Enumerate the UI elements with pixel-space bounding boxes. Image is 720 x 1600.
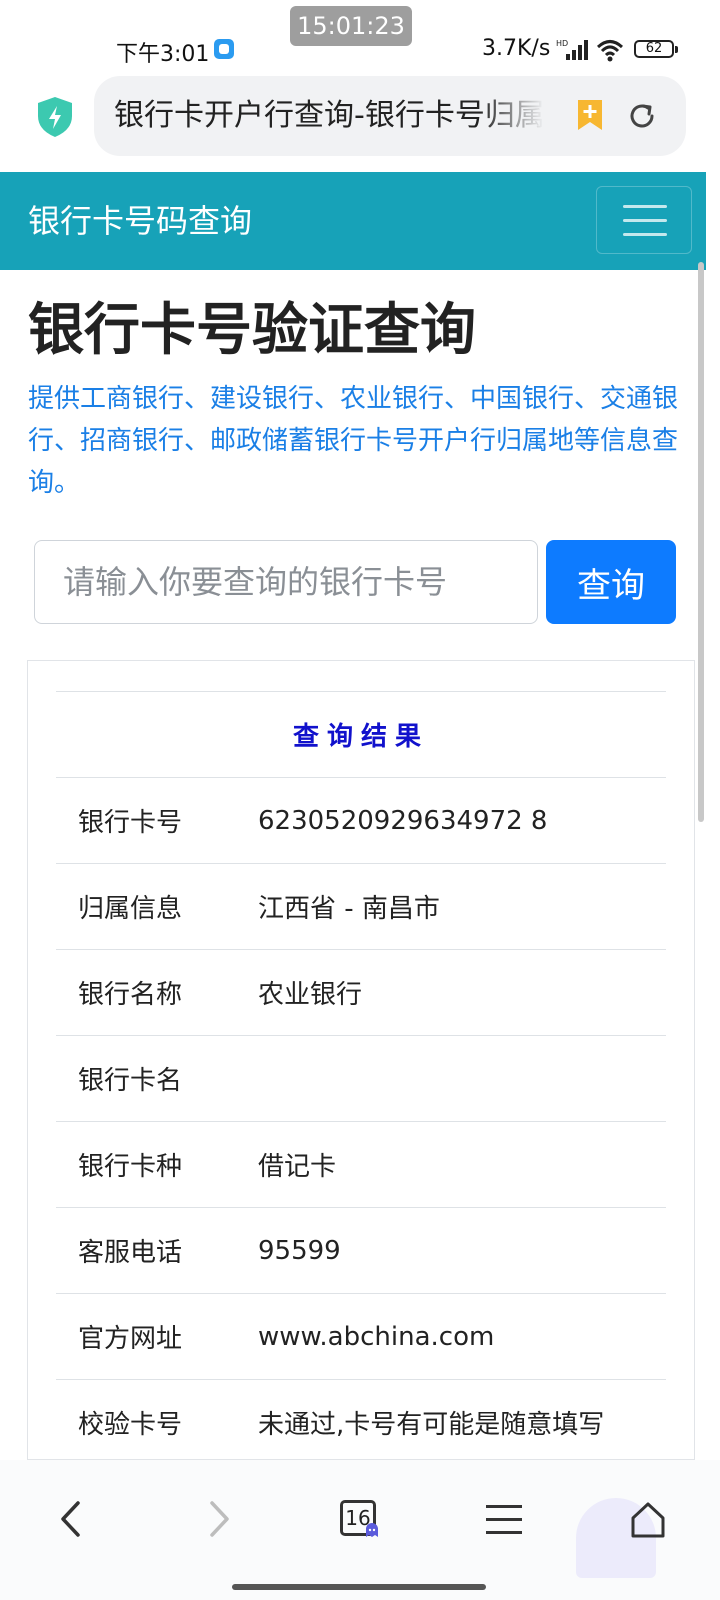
row-label: 官方网址 xyxy=(56,1293,258,1380)
page-description: 提供工商银行、建设银行、农业银行、中国银行、交通银行、招商银行、邮政储蓄银行卡号… xyxy=(28,384,679,498)
back-icon[interactable] xyxy=(56,1500,86,1538)
status-time: 下午3:01 xyxy=(116,42,210,67)
url-text[interactable]: 银行卡开户行查询-银行卡号归属地查询 xyxy=(114,96,544,136)
result-card: 查询结果 银行卡号 6230520929634972 8 归属信息 江西省 - … xyxy=(27,660,695,1465)
svg-text:HD: HD xyxy=(556,39,568,48)
reload-icon[interactable] xyxy=(626,100,658,132)
bookmark-add-icon[interactable] xyxy=(574,98,606,132)
result-caption: 查询结果 xyxy=(56,691,666,778)
row-value: 6230520929634972 8 xyxy=(258,777,666,864)
search-button[interactable]: 查询 xyxy=(546,540,676,624)
forward-icon[interactable] xyxy=(204,1500,234,1538)
table-row: 归属信息 江西省 - 南昌市 xyxy=(56,863,666,950)
home-icon[interactable] xyxy=(628,1500,668,1540)
row-value: www.abchina.com xyxy=(258,1293,666,1380)
result-caption-row: 查询结果 xyxy=(56,691,666,778)
network-speed: 3.7K/s xyxy=(482,36,551,61)
recording-time-pill: 15:01:23 xyxy=(290,6,412,46)
row-value: 95599 xyxy=(258,1207,666,1294)
hamburger-icon xyxy=(623,205,667,208)
hamburger-icon-bar xyxy=(623,219,667,222)
table-row: 客服电话 95599 xyxy=(56,1207,666,1294)
table-row: 官方网址 www.abchina.com xyxy=(56,1293,666,1380)
row-value: 借记卡 xyxy=(258,1121,666,1208)
table-row: 银行卡种 借记卡 xyxy=(56,1121,666,1208)
table-row: 银行卡号 6230520929634972 8 xyxy=(56,777,666,864)
row-value: 农业银行 xyxy=(258,949,666,1036)
card-number-input[interactable] xyxy=(34,540,538,624)
shield-icon[interactable] xyxy=(36,96,74,138)
notification-app-icon xyxy=(214,39,234,59)
row-value: 未通过,卡号有可能是随意填写 xyxy=(258,1379,666,1465)
battery-icon: 62 xyxy=(634,40,678,58)
home-indicator[interactable] xyxy=(232,1584,486,1590)
row-label: 银行卡名 xyxy=(56,1035,258,1122)
hamburger-icon-bar xyxy=(623,233,667,236)
row-value: 江西省 - 南昌市 xyxy=(258,863,666,950)
row-label: 校验卡号 xyxy=(56,1379,258,1465)
url-bar[interactable]: 银行卡开户行查询-银行卡号归属地查询 xyxy=(94,76,686,156)
table-row: 校验卡号 未通过,卡号有可能是随意填写 xyxy=(56,1379,666,1465)
ghost-badge-icon xyxy=(366,1523,378,1537)
wifi-icon xyxy=(596,40,624,62)
status-bar: 15:01:23 下午3:01 3.7K/s HD 62 xyxy=(0,0,720,76)
site-navbar: 银行卡号码查询 xyxy=(0,172,706,270)
menu-toggle-button[interactable] xyxy=(596,186,692,254)
row-value xyxy=(258,1035,666,1122)
page-title: 银行卡号验证查询 xyxy=(28,298,476,363)
navbar-brand[interactable]: 银行卡号码查询 xyxy=(28,200,252,242)
row-label: 银行名称 xyxy=(56,949,258,1036)
row-label: 银行卡号 xyxy=(56,777,258,864)
page-scrollbar[interactable] xyxy=(698,262,704,822)
browser-toolbar: 16 xyxy=(0,1460,720,1600)
row-label: 归属信息 xyxy=(56,863,258,950)
signal-icon: HD xyxy=(556,39,588,60)
result-table: 查询结果 银行卡号 6230520929634972 8 归属信息 江西省 - … xyxy=(56,691,666,1465)
row-label: 银行卡种 xyxy=(56,1121,258,1208)
table-row: 银行名称 农业银行 xyxy=(56,949,666,1036)
row-label: 客服电话 xyxy=(56,1207,258,1294)
table-row: 银行卡名 xyxy=(56,1035,666,1122)
menu-icon[interactable] xyxy=(484,1502,524,1538)
